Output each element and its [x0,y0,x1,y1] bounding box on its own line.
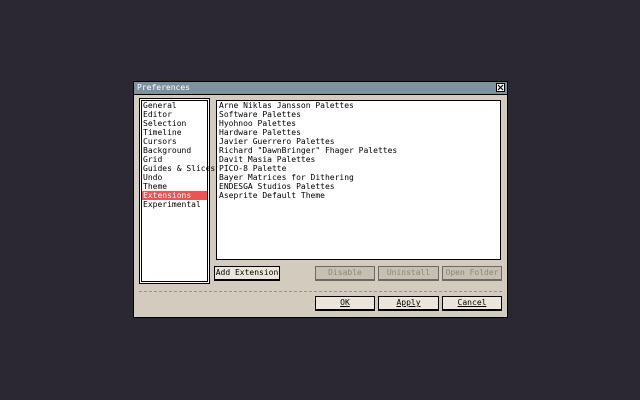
extension-item[interactable]: Davit Masia Palettes [217,155,500,164]
close-icon[interactable] [496,83,505,92]
section-item-selection[interactable]: Selection [142,119,207,128]
apply-button[interactable]: Apply [378,296,439,311]
section-item-grid[interactable]: Grid [142,155,207,164]
disable-button[interactable]: Disable [315,266,375,281]
extension-item[interactable]: Arne Niklas Jansson Palettes [217,101,500,110]
section-list-inner: General Editor Selection Timeline Cursors Bac… [141,100,215,282]
preferences-dialog: Preferences General Editor Selection Timeli… [133,81,508,318]
section-item-general[interactable]: General [142,101,207,110]
extension-item[interactable]: PICO-8 Palette [217,164,500,173]
add-extension-label: Add Extension [215,268,279,277]
open-folder-button[interactable]: Open Folder [442,266,502,281]
extension-item[interactable]: ENDESGA Studios Palettes [217,182,500,191]
ok-label: OK [340,298,350,307]
extension-item[interactable]: Javier Guerrero Palettes [217,137,500,146]
extension-item[interactable]: Software Palettes [217,110,500,119]
cancel-label: Cancel [457,298,487,307]
section-item-editor[interactable]: Editor [142,110,207,119]
cancel-button[interactable]: Cancel [442,296,502,311]
disable-label: Disable [328,268,362,277]
section-list: General Editor Selection Timeline Cursors Bac… [139,98,215,284]
extension-item[interactable]: Hardware Palettes [217,128,500,137]
separator [139,291,502,292]
extension-item[interactable]: Hyohnoo Palettes [217,119,500,128]
section-item-guides-slices[interactable]: Guides & Slices [142,164,215,173]
extension-item[interactable]: Richard "DawnBringer" Fhager Palettes [217,146,500,155]
title-bar[interactable]: Preferences [134,82,507,95]
ok-button[interactable]: OK [315,296,375,311]
section-item-experimental[interactable]: Experimental [142,200,207,209]
open-folder-label: Open Folder [445,268,499,277]
section-item-background[interactable]: Background [142,146,207,155]
apply-label: Apply [396,298,421,307]
add-extension-button[interactable]: Add Extension [214,266,280,281]
section-item-timeline[interactable]: Timeline [142,128,207,137]
extension-item[interactable]: Aseprite Default Theme [217,191,500,200]
section-item-cursors[interactable]: Cursors [142,137,207,146]
uninstall-label: Uninstall [386,268,431,277]
section-item-extensions[interactable]: Extensions [142,191,207,200]
uninstall-button[interactable]: Uninstall [378,266,439,281]
section-item-theme[interactable]: Theme [142,182,207,191]
window-title: Preferences [137,83,190,92]
extension-list: Arne Niklas Jansson Palettes Software Pal… [216,100,501,260]
extension-item[interactable]: Bayer Matrices for Dithering [217,173,500,182]
section-item-undo[interactable]: Undo [142,173,207,182]
